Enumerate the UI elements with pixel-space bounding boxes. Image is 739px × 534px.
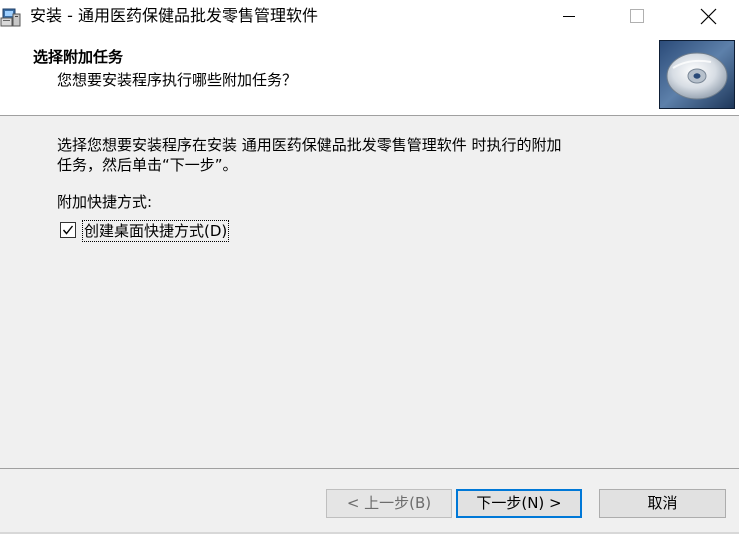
desktop-shortcut-label[interactable]: 创建桌面快捷方式(D) bbox=[82, 220, 230, 242]
back-button[interactable]: < 上一步(B) bbox=[326, 489, 452, 518]
cd-disc-icon bbox=[659, 40, 735, 109]
instruction-line-2: 任务，然后单击“下一步”。 bbox=[57, 156, 238, 174]
shortcut-group-label: 附加快捷方式: bbox=[57, 193, 153, 211]
page-subtitle: 您想要安装程序执行哪些附加任务？ bbox=[57, 71, 298, 89]
header-divider bbox=[0, 115, 739, 116]
installer-app-icon bbox=[0, 5, 22, 27]
next-button[interactable]: 下一步(N) > bbox=[456, 489, 582, 518]
cancel-button[interactable]: 取消 bbox=[599, 489, 726, 518]
minimize-button[interactable] bbox=[546, 0, 592, 33]
minimize-icon bbox=[563, 16, 575, 17]
instruction-text: 选择您想要安装程序在安装 通用医药保健品批发零售管理软件 时执行的附加 任务，然… bbox=[57, 135, 697, 175]
window-title: 安装 - 通用医药保健品批发零售管理软件 bbox=[30, 6, 318, 25]
footer-divider bbox=[0, 468, 739, 469]
maximize-button[interactable] bbox=[614, 0, 660, 33]
close-icon bbox=[700, 8, 717, 25]
title-bar: 安装 - 通用医药保健品批发零售管理软件 bbox=[0, 0, 739, 33]
wizard-header: 选择附加任务 您想要安装程序执行哪些附加任务？ bbox=[0, 33, 739, 115]
desktop-shortcut-checkbox[interactable] bbox=[60, 222, 76, 238]
instruction-line-1: 选择您想要安装程序在安装 通用医药保健品批发零售管理软件 时执行的附加 bbox=[57, 136, 562, 154]
close-button[interactable] bbox=[685, 0, 731, 33]
maximize-icon bbox=[630, 9, 644, 23]
page-title: 选择附加任务 bbox=[33, 48, 124, 66]
checkmark-icon bbox=[62, 225, 74, 235]
